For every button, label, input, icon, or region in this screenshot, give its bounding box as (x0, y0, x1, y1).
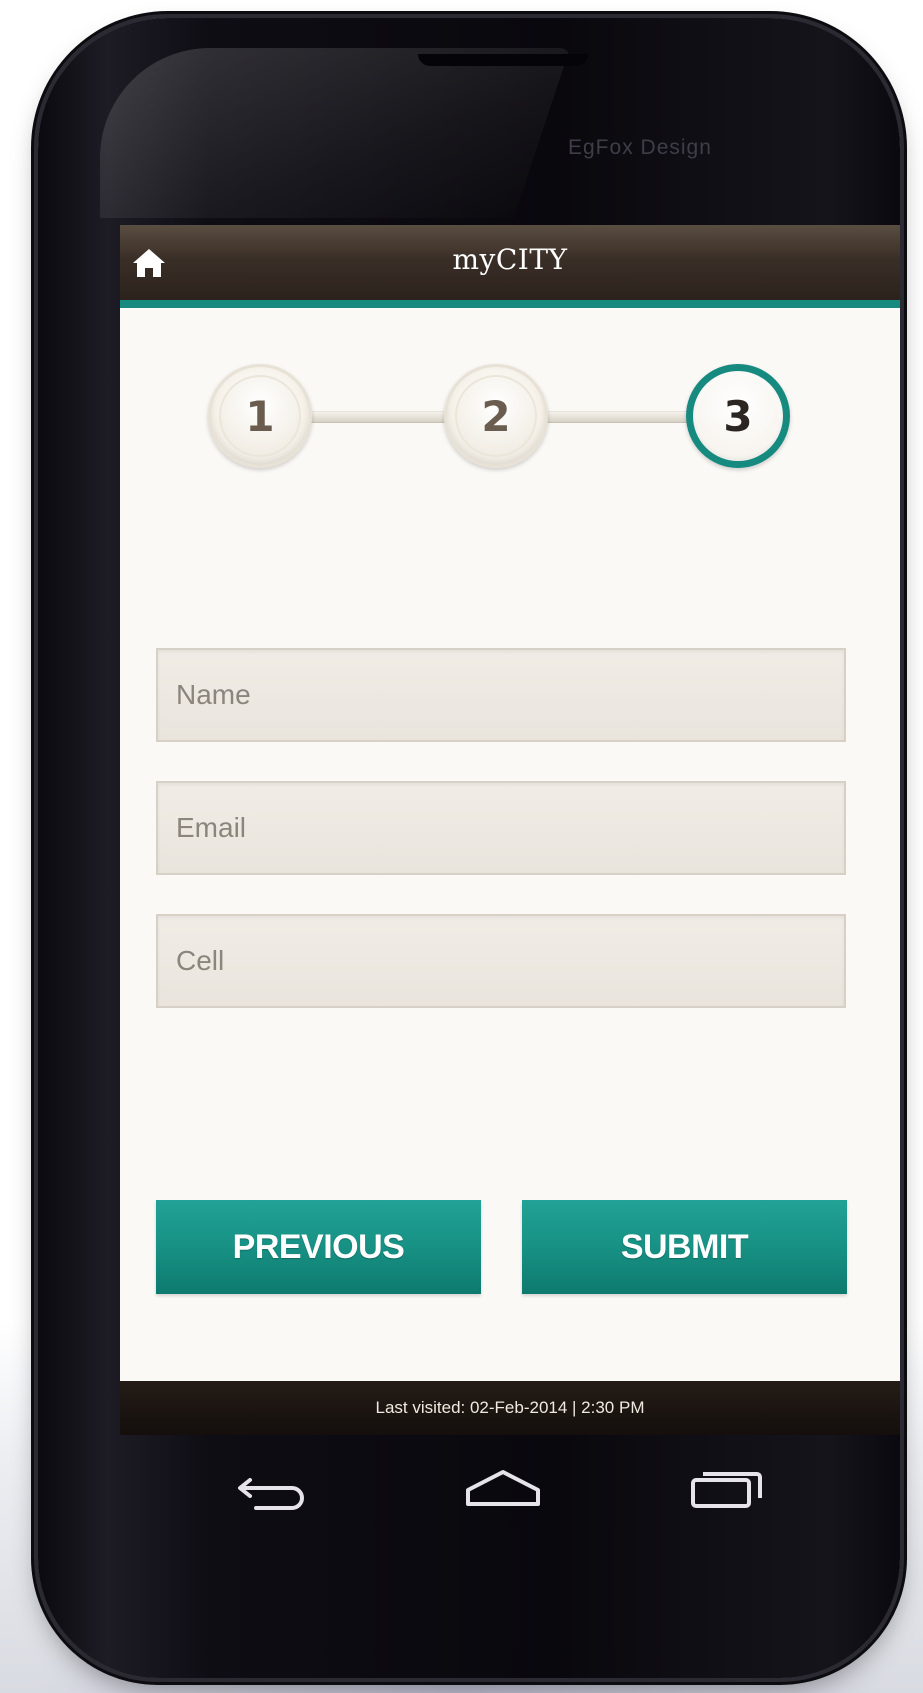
step-connector (546, 411, 698, 423)
step-connector (306, 411, 446, 423)
home-key-icon[interactable] (458, 1458, 548, 1518)
step-2-number: 2 (481, 391, 511, 441)
app-title: myCITY (452, 243, 568, 276)
cell-field (156, 914, 846, 1008)
app-header: myCITY (120, 225, 900, 308)
step-1-number: 1 (245, 391, 275, 441)
phone-gloss (100, 48, 570, 218)
previous-button[interactable]: PREVIOUS (156, 1200, 481, 1294)
last-visited-text: Last visited: 02-Feb-2014 | 2:30 PM (375, 1398, 645, 1417)
email-input[interactable] (158, 783, 844, 873)
earpiece (418, 54, 588, 66)
step-3-face: 3 (698, 376, 778, 456)
device-brand-text: EgFox Design (568, 136, 712, 159)
recent-apps-icon[interactable] (683, 1458, 773, 1518)
back-icon[interactable] (228, 1458, 318, 1518)
stage: EgFox Design myCITY 1 2 3 Name Email Cel… (0, 0, 923, 1693)
phone-body: EgFox Design myCITY 1 2 3 Name Email Cel… (38, 18, 900, 1678)
step-3-number: 3 (723, 391, 753, 441)
step-1-face: 1 (219, 375, 301, 457)
email-field (156, 781, 846, 875)
app-screen: myCITY 1 2 3 Name Email Cell PREVIOUS SU… (120, 225, 900, 1435)
status-footer: Last visited: 02-Feb-2014 | 2:30 PM (120, 1381, 900, 1435)
step-2-face: 2 (455, 375, 537, 457)
submit-button[interactable]: SUBMIT (522, 1200, 847, 1294)
progress-stepper: 1 2 3 (208, 357, 808, 477)
name-input[interactable] (158, 650, 844, 740)
cell-input[interactable] (158, 916, 844, 1006)
step-3-active[interactable]: 3 (686, 364, 790, 468)
step-1[interactable]: 1 (208, 364, 312, 468)
step-2[interactable]: 2 (444, 364, 548, 468)
name-field (156, 648, 846, 742)
